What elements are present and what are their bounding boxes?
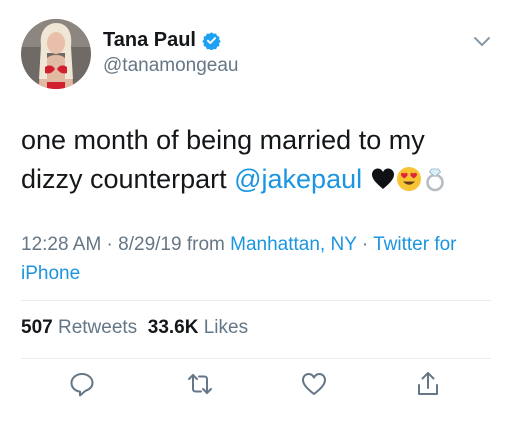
chevron-down-icon[interactable]	[472, 34, 492, 48]
ring-icon	[422, 164, 448, 192]
likes-label: Likes	[203, 317, 249, 338]
tweet-text: one month of being married to my dizzy c…	[21, 121, 491, 199]
tweet-time[interactable]: 12:28 AM	[21, 234, 101, 255]
meta-from: from	[181, 234, 231, 255]
heart-eyes-icon	[396, 164, 422, 191]
like-heart-icon[interactable]	[300, 370, 328, 398]
author-handle[interactable]: @tanamongeau	[103, 55, 239, 77]
retweets-stat[interactable]: 507 Retweets	[21, 317, 137, 338]
avatar[interactable]	[21, 19, 91, 89]
divider	[21, 358, 491, 359]
likes-stat[interactable]: 33.6K Likes	[148, 317, 248, 338]
action-bar	[0, 370, 512, 410]
black-heart-icon	[370, 164, 396, 190]
retweets-label: Retweets	[57, 317, 138, 338]
retweet-icon[interactable]	[186, 370, 214, 398]
share-icon[interactable]	[414, 370, 442, 398]
location-link[interactable]: Manhattan, NY	[230, 234, 356, 255]
retweets-count: 507	[21, 317, 53, 338]
verified-badge-icon	[202, 31, 221, 51]
likes-count: 33.6K	[147, 317, 199, 338]
meta-separator: ·	[356, 234, 374, 255]
meta-separator: ·	[101, 234, 119, 255]
tweet-date[interactable]: 8/29/19	[118, 234, 181, 255]
tweet-stats: 507 Retweets 33.6K Likes	[21, 316, 248, 340]
divider	[21, 300, 491, 301]
tweet-meta: 12:28 AM · 8/29/19 from Manhattan, NY · …	[21, 230, 491, 288]
tweet-card: Tana Paul @tanamongeau one month of bein…	[0, 0, 512, 422]
mention-link[interactable]: @jakepaul	[234, 164, 362, 194]
emoji-group	[362, 164, 448, 194]
reply-icon[interactable]	[68, 370, 96, 398]
author-name-text: Tana Paul	[103, 29, 196, 51]
author-name[interactable]: Tana Paul	[103, 29, 221, 51]
